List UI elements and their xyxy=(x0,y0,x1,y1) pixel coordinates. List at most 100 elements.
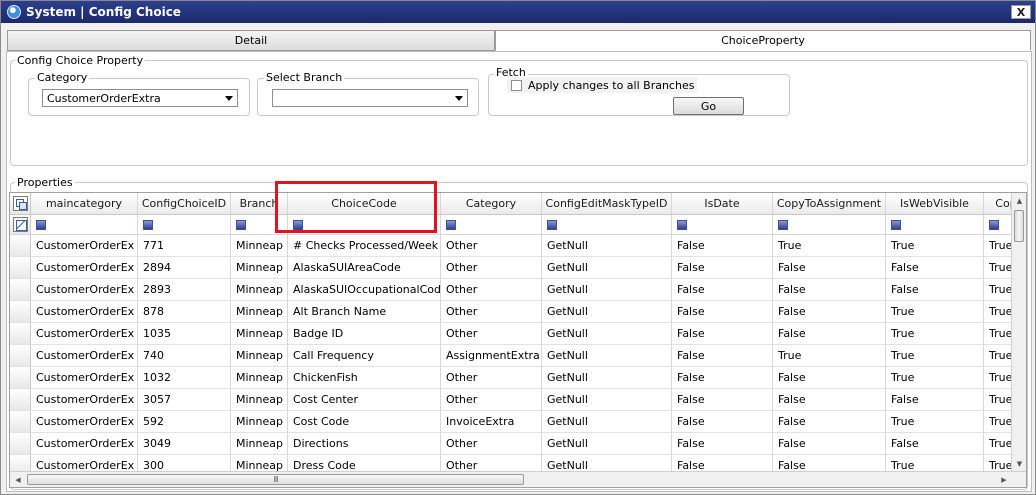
table-row[interactable]: CustomerOrderEx 740 Minneap Call Frequency A… xyxy=(10,345,1026,367)
cell-maincategory[interactable]: CustomerOrderEx xyxy=(31,345,138,366)
cell-category[interactable]: Other xyxy=(441,257,542,278)
filter-icon[interactable] xyxy=(891,219,901,230)
cell-choicecode[interactable]: Cost Center xyxy=(288,389,441,410)
cell-category[interactable]: Other xyxy=(441,235,542,256)
table-row[interactable]: CustomerOrderEx 771 Minneap # Checks Proces… xyxy=(10,235,1026,257)
table-row[interactable]: CustomerOrderEx 878 Minneap Alt Branch Name… xyxy=(10,301,1026,323)
row-selector[interactable] xyxy=(10,345,31,366)
filter-icon[interactable] xyxy=(143,219,153,230)
cell-isdate[interactable]: False xyxy=(672,345,773,366)
cell-category[interactable]: Other xyxy=(441,389,542,410)
tab-detail[interactable]: Detail xyxy=(7,30,495,51)
column-header-category[interactable]: Category xyxy=(441,193,542,214)
cell-branch[interactable]: Minneap xyxy=(231,257,288,278)
cell-iswebvisible[interactable]: True xyxy=(886,323,984,344)
cell-copytoassignment[interactable]: True xyxy=(773,345,886,366)
cell-isdate[interactable]: False xyxy=(672,411,773,432)
cell-branch[interactable]: Minneap xyxy=(231,323,288,344)
row-selector[interactable] xyxy=(10,279,31,300)
column-header-configchoiceid[interactable]: ConfigChoiceID xyxy=(138,193,231,214)
row-selector[interactable] xyxy=(10,323,31,344)
filter-icon[interactable] xyxy=(36,219,46,230)
column-header-copytoassignment[interactable]: CopyToAssignment xyxy=(773,193,886,214)
filter-icon[interactable] xyxy=(547,219,557,230)
clear-filter[interactable] xyxy=(10,215,31,234)
tab-choice-property[interactable]: ChoiceProperty xyxy=(495,30,1031,51)
cell-branch[interactable]: Minneap xyxy=(231,279,288,300)
scroll-down-icon[interactable]: ▼ xyxy=(1012,456,1026,471)
cell-isdate[interactable]: False xyxy=(672,367,773,388)
cell-maincategory[interactable]: CustomerOrderEx xyxy=(31,367,138,388)
filter-icon[interactable] xyxy=(677,219,687,230)
cell-configchoiceid[interactable]: 2893 xyxy=(138,279,231,300)
column-header-branch[interactable]: Branch xyxy=(231,193,288,214)
filter-icon[interactable] xyxy=(446,219,456,230)
row-selector[interactable] xyxy=(10,411,31,432)
cell-category[interactable]: Other xyxy=(441,301,542,322)
cell-category[interactable]: Other xyxy=(441,433,542,454)
filter-icon[interactable] xyxy=(989,219,999,230)
cell-configchoiceid[interactable]: 2894 xyxy=(138,257,231,278)
cell-isdate[interactable]: False xyxy=(672,279,773,300)
cell-copytoassignment[interactable]: False xyxy=(773,323,886,344)
cell-choicecode[interactable]: # Checks Processed/Week xyxy=(288,235,441,256)
filter-cell-branch[interactable] xyxy=(231,215,288,234)
table-row[interactable]: CustomerOrderEx 3049 Minneap Directions Othe… xyxy=(10,433,1026,455)
cell-maincategory[interactable]: CustomerOrderEx xyxy=(31,389,138,410)
scroll-left-icon[interactable]: ◀ xyxy=(10,472,26,487)
cell-iswebvisible[interactable]: True xyxy=(886,411,984,432)
table-row[interactable]: CustomerOrderEx 1032 Minneap ChickenFish Oth… xyxy=(10,367,1026,389)
column-header-isdate[interactable]: IsDate xyxy=(672,193,773,214)
filter-icon[interactable] xyxy=(293,219,303,230)
filter-cell-iswebvisible[interactable] xyxy=(886,215,984,234)
cell-maincategory[interactable]: CustomerOrderEx xyxy=(31,323,138,344)
column-header-configeditmasktypeid[interactable]: ConfigEditMaskTypeID xyxy=(542,193,672,214)
filter-cell-isdate[interactable] xyxy=(672,215,773,234)
cell-choicecode[interactable]: Alt Branch Name xyxy=(288,301,441,322)
filter-cell-maincategory[interactable] xyxy=(31,215,138,234)
table-row[interactable]: CustomerOrderEx 2894 Minneap AlaskaSUIAreaC… xyxy=(10,257,1026,279)
horizontal-scroll-thumb[interactable]: III xyxy=(27,474,524,485)
cell-isdate[interactable]: False xyxy=(672,235,773,256)
cell-copytoassignment[interactable]: False xyxy=(773,367,886,388)
filter-icon[interactable] xyxy=(778,219,788,230)
filter-cell-choicecode[interactable] xyxy=(288,215,441,234)
cell-branch[interactable]: Minneap xyxy=(231,433,288,454)
cell-choicecode[interactable]: AlaskaSUIAreaCode xyxy=(288,257,441,278)
cell-iswebvisible[interactable]: True xyxy=(886,345,984,366)
row-selector[interactable] xyxy=(10,367,31,388)
row-selector[interactable] xyxy=(10,433,31,454)
row-selector[interactable] xyxy=(10,301,31,322)
cell-choicecode[interactable]: Badge ID xyxy=(288,323,441,344)
cell-copytoassignment[interactable]: False xyxy=(773,301,886,322)
cell-configeditmasktypeid[interactable]: GetNull xyxy=(542,411,672,432)
cell-maincategory[interactable]: CustomerOrderEx xyxy=(31,279,138,300)
column-header-choicecode[interactable]: ChoiceCode xyxy=(288,193,441,214)
cell-category[interactable]: Other xyxy=(441,323,542,344)
cell-configeditmasktypeid[interactable]: GetNull xyxy=(542,389,672,410)
filter-cell-configchoiceid[interactable] xyxy=(138,215,231,234)
column-header-maincategory[interactable]: maincategory xyxy=(31,193,138,214)
apply-all-branches-checkbox[interactable] xyxy=(511,80,522,91)
cell-copytoassignment[interactable]: False xyxy=(773,257,886,278)
column-chooser[interactable] xyxy=(10,193,31,214)
cell-category[interactable]: InvoiceExtra xyxy=(441,411,542,432)
go-button[interactable]: Go xyxy=(673,97,744,115)
cell-category[interactable]: AssignmentExtra xyxy=(441,345,542,366)
branch-dropdown[interactable] xyxy=(272,89,468,107)
cell-iswebvisible[interactable]: True xyxy=(886,367,984,388)
row-selector[interactable] xyxy=(10,389,31,410)
scroll-right-icon[interactable]: ▶ xyxy=(996,472,1012,487)
cell-branch[interactable]: Minneap xyxy=(231,411,288,432)
cell-maincategory[interactable]: CustomerOrderEx xyxy=(31,433,138,454)
table-row[interactable]: CustomerOrderEx 3057 Minneap Cost Center Oth… xyxy=(10,389,1026,411)
cell-branch[interactable]: Minneap xyxy=(231,389,288,410)
cell-configchoiceid[interactable]: 740 xyxy=(138,345,231,366)
filter-cell-copytoassignment[interactable] xyxy=(773,215,886,234)
horizontal-scrollbar[interactable]: ◀ III ▶ xyxy=(10,471,1026,487)
cell-isdate[interactable]: False xyxy=(672,389,773,410)
cell-configeditmasktypeid[interactable]: GetNull xyxy=(542,279,672,300)
cell-configchoiceid[interactable]: 592 xyxy=(138,411,231,432)
table-row[interactable]: CustomerOrderEx 2893 Minneap AlaskaSUIOccup… xyxy=(10,279,1026,301)
close-button[interactable]: X xyxy=(1011,5,1031,19)
